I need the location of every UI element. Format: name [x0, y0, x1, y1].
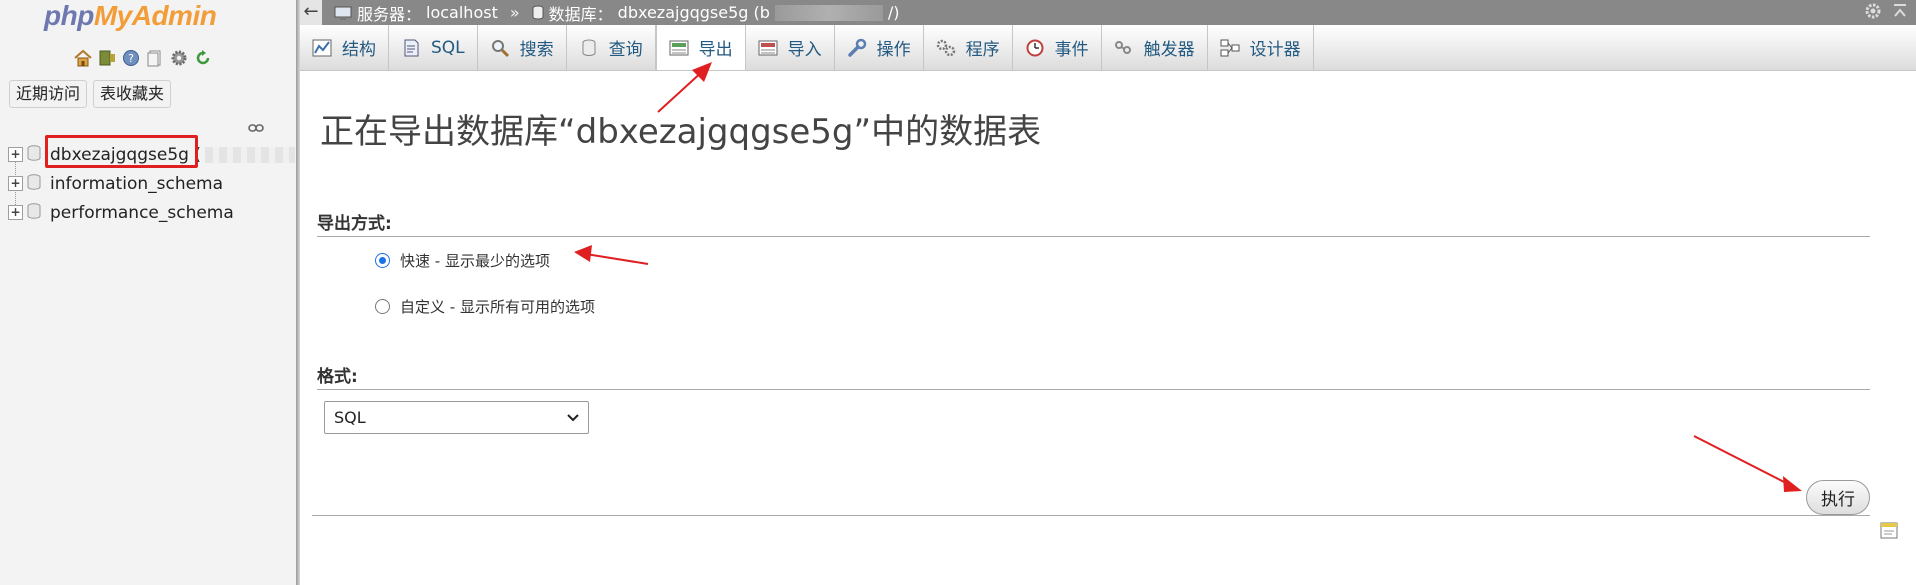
database-name[interactable]: information_schema — [50, 174, 223, 194]
collapse-nav-button[interactable]: ← — [300, 0, 322, 25]
search-icon — [490, 38, 510, 58]
breadcrumb-database[interactable]: 数据库： dbxezajgqgse5g (b /) — [532, 1, 900, 25]
exit-icon[interactable] — [97, 48, 117, 68]
tab-events[interactable]: 事件 — [1013, 25, 1102, 70]
expand-icon[interactable]: + — [8, 147, 23, 162]
tab-label: 程序 — [965, 40, 1000, 60]
routines-icon — [936, 38, 956, 58]
radio-custom[interactable] — [375, 299, 390, 314]
arrow-to-go-button — [1693, 435, 1793, 487]
database-icon — [27, 202, 41, 223]
radio-quick[interactable] — [375, 253, 390, 268]
tab-operations[interactable]: 操作 — [835, 25, 924, 70]
server-label: 服务器： — [357, 4, 422, 24]
help-icon[interactable]: ? — [121, 48, 141, 68]
logo-my: My — [93, 0, 132, 31]
tab-export[interactable]: 导出 — [655, 25, 746, 70]
tab-query[interactable]: 查询 — [567, 25, 656, 70]
tab-label: 搜索 — [519, 40, 554, 60]
svg-text:?: ? — [128, 52, 134, 65]
database-name[interactable]: performance_schema — [50, 203, 234, 223]
recent-tables-button[interactable]: 近期访问 — [9, 80, 88, 108]
trigger-icon — [1114, 38, 1134, 58]
export-method-quick[interactable]: 快速 - 显示最少的选项 — [375, 250, 550, 271]
tab-structure[interactable]: 结构 — [300, 25, 389, 70]
structure-icon — [312, 38, 332, 58]
tab-bar: 结构 SQL 搜索 查询 导出 导入 操作 程序 事件 触发器 设计器 — [300, 25, 1916, 71]
phpmyadmin-logo[interactable]: phpMyAdmin — [44, 0, 217, 32]
nav-icon-bar: ? — [73, 48, 213, 68]
tab-label: 导出 — [698, 40, 733, 60]
tab-label: SQL — [431, 37, 465, 58]
favorite-tables-button[interactable]: 表收藏夹 — [93, 80, 172, 108]
expand-icon[interactable]: + — [8, 205, 23, 220]
arrowhead-quick — [574, 245, 592, 262]
export-icon — [669, 38, 689, 58]
breadcrumb: ← 服务器： localhost » 数据库： dbxezajgqgse5g (… — [300, 0, 1916, 25]
home-icon[interactable] — [73, 48, 93, 68]
sql-icon — [401, 38, 421, 58]
divider — [312, 515, 1870, 516]
nav-resizer[interactable] — [296, 0, 300, 585]
arrow-to-quick-option — [585, 253, 649, 265]
expand-icon[interactable]: + — [8, 176, 23, 191]
export-method-custom[interactable]: 自定义 - 显示所有可用的选项 — [375, 296, 595, 317]
server-value[interactable]: localhost — [426, 3, 498, 22]
redacted-region — [204, 146, 295, 163]
database-value[interactable]: dbxezajgqgse5g (b — [618, 3, 770, 22]
format-selected-value: SQL — [334, 408, 366, 427]
tab-label: 事件 — [1054, 40, 1089, 60]
reload-icon[interactable] — [193, 48, 213, 68]
breadcrumb-separator: » — [509, 3, 520, 22]
tab-designer[interactable]: 设计器 — [1208, 25, 1314, 70]
wrench-icon — [847, 38, 867, 58]
database-icon — [27, 144, 41, 165]
page-title: 正在导出数据库“dbxezajgqgse5g”中的数据表 — [320, 112, 1042, 152]
collapse-icon[interactable] — [1892, 2, 1908, 20]
tab-search[interactable]: 搜索 — [478, 25, 567, 70]
designer-icon — [1220, 38, 1240, 58]
redacted-region — [774, 4, 883, 21]
tab-sql[interactable]: SQL — [389, 25, 478, 70]
settings-icon[interactable] — [169, 48, 189, 68]
tab-triggers[interactable]: 触发器 — [1102, 25, 1208, 70]
breadcrumb-server[interactable]: 服务器： localhost — [334, 1, 498, 25]
tab-label: 查询 — [608, 40, 643, 60]
export-method-heading: 导出方式: — [317, 209, 1870, 237]
database-icon — [27, 173, 41, 194]
topbar-actions — [1864, 2, 1908, 20]
database-item[interactable]: + information_schema — [8, 169, 298, 198]
link-with-main-icon[interactable] — [248, 118, 264, 137]
navigation-panel: phpMyAdmin ? 近期访问 表收藏夹 + dbxezajgqgse5g … — [0, 0, 298, 585]
format-heading: 格式: — [317, 362, 1870, 390]
query-icon — [579, 38, 599, 58]
database-value-tail: /) — [887, 3, 900, 22]
logo-php: php — [44, 0, 94, 31]
tab-label: 设计器 — [1249, 40, 1301, 60]
database-item[interactable]: + performance_schema — [8, 198, 298, 227]
tab-routines[interactable]: 程序 — [924, 25, 1013, 70]
docs-icon[interactable] — [145, 48, 165, 68]
go-button[interactable]: 执行 — [1806, 480, 1870, 515]
tab-label: 结构 — [342, 40, 376, 60]
annotation-highlight-box — [45, 135, 198, 168]
nav-tabs: 近期访问 表收藏夹 — [9, 80, 172, 108]
chevron-down-icon — [567, 413, 579, 421]
tab-import[interactable]: 导入 — [746, 25, 835, 70]
import-icon — [758, 38, 778, 58]
server-icon — [334, 6, 352, 20]
radio-custom-label[interactable]: 自定义 - 显示所有可用的选项 — [400, 296, 595, 317]
logo-admin: Admin — [131, 0, 217, 31]
radio-quick-label[interactable]: 快速 - 显示最少的选项 — [400, 250, 550, 271]
database-label: 数据库： — [548, 4, 613, 24]
tab-label: 操作 — [876, 40, 911, 60]
console-icon[interactable] — [1880, 520, 1898, 544]
tab-label: 触发器 — [1143, 40, 1195, 60]
arrowhead-go — [1783, 476, 1802, 492]
database-icon — [532, 5, 544, 20]
format-select[interactable]: SQL — [324, 401, 589, 434]
gear-icon[interactable] — [1864, 2, 1882, 20]
clock-icon — [1025, 38, 1045, 58]
tab-label: 导入 — [787, 40, 822, 60]
